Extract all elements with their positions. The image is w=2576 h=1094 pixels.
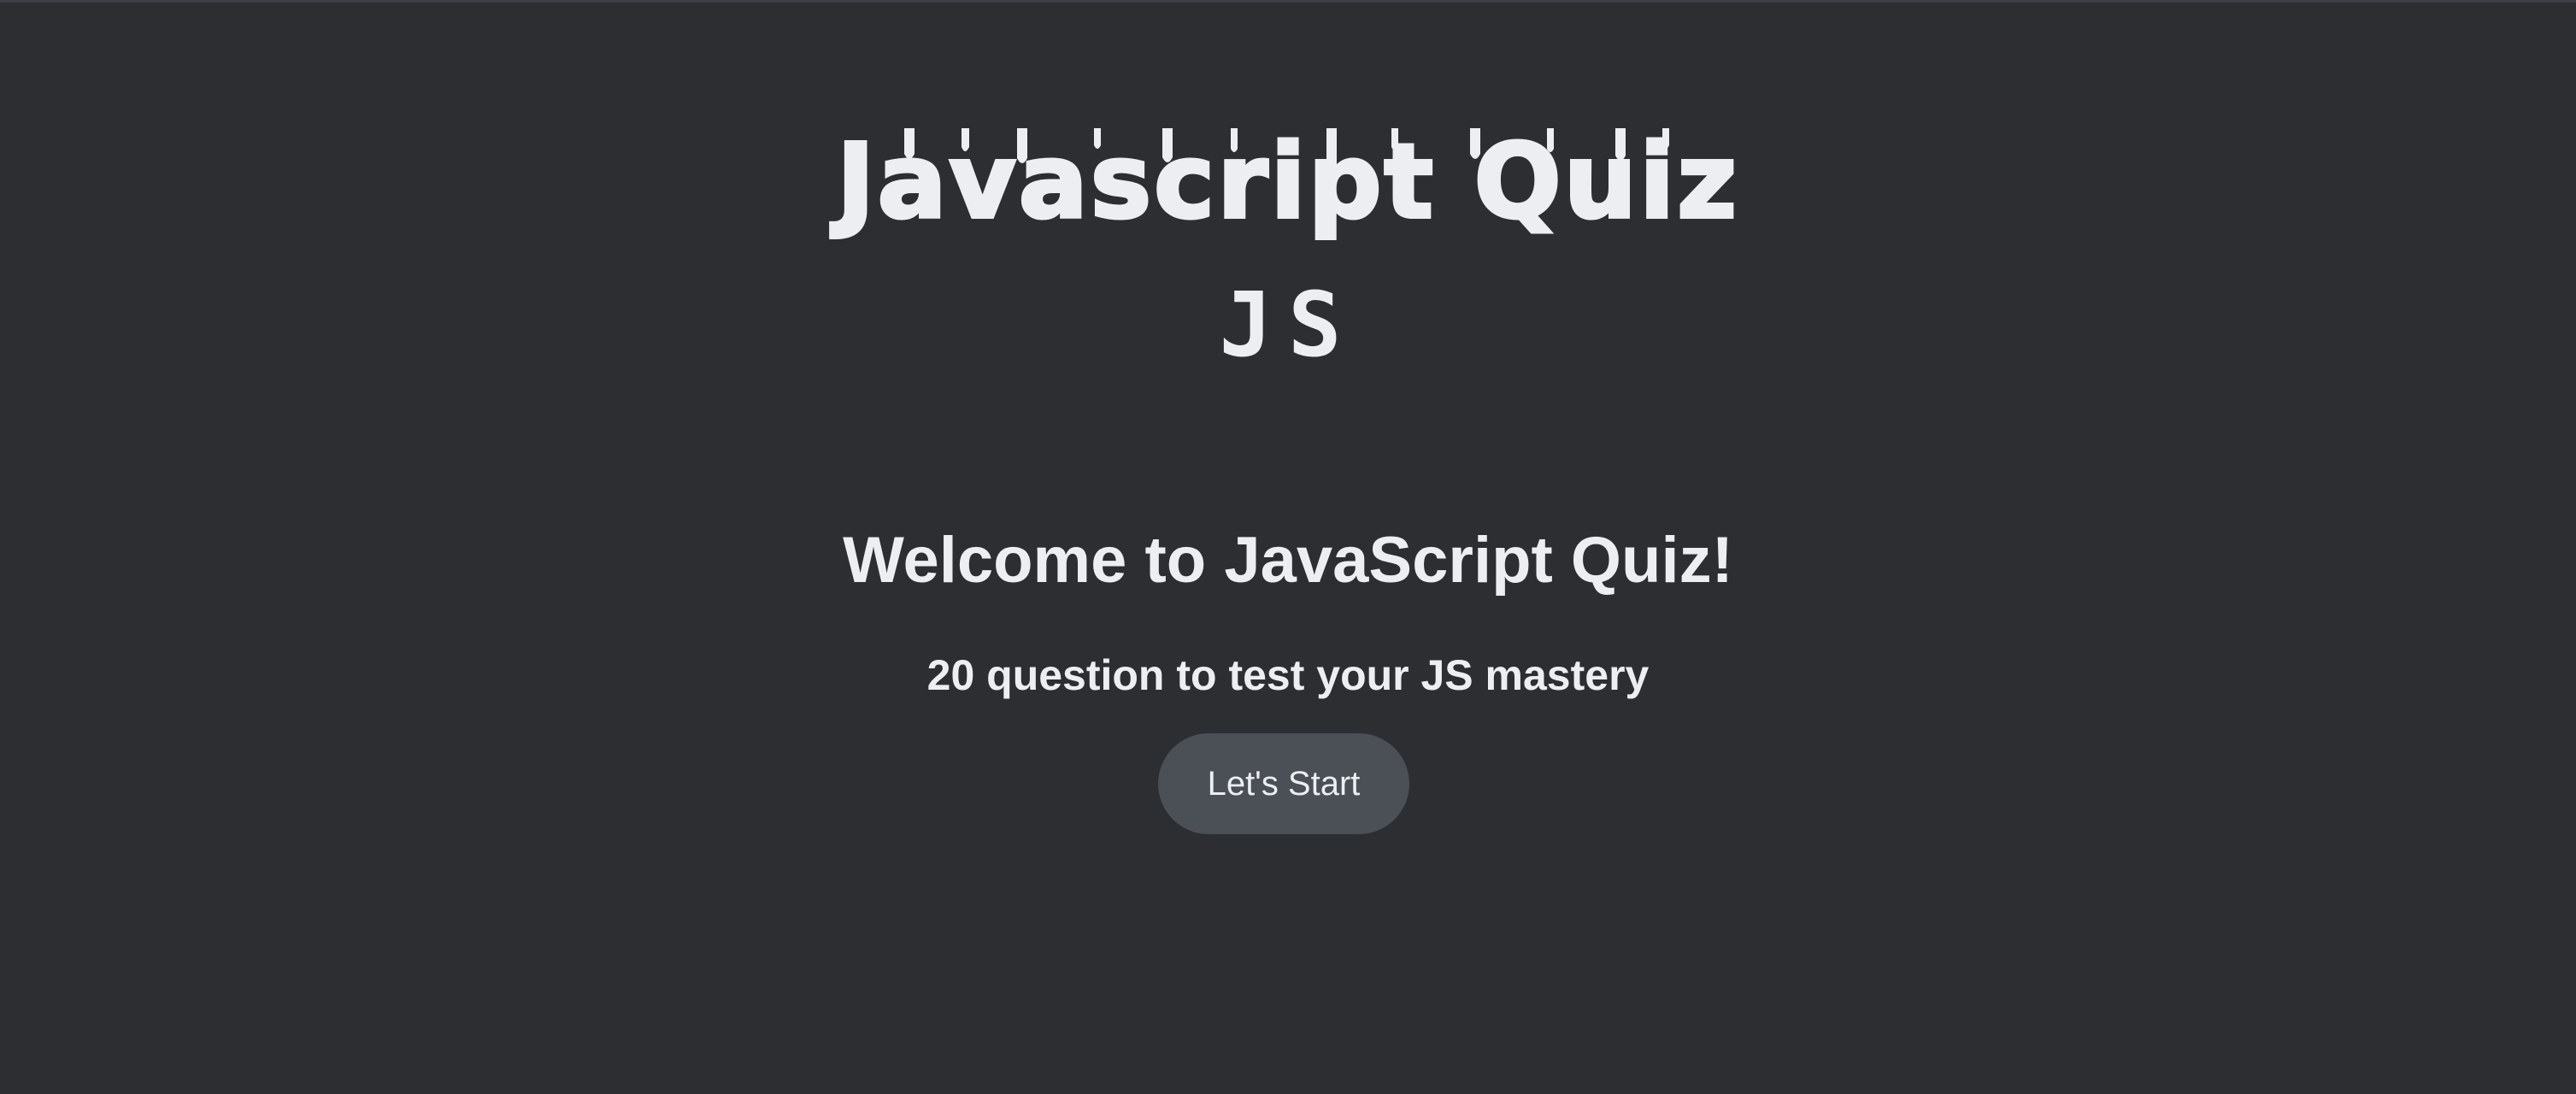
title-drip-decoration [904, 128, 1669, 171]
quiz-start-screen: Javascript Quiz JS Welcome to JavaScript… [0, 0, 2576, 1094]
js-logo: JS [1219, 273, 1357, 377]
welcome-heading: Welcome to JavaScript Quiz! [843, 524, 1733, 597]
quiz-description: 20 question to test your JS mastery [926, 651, 1650, 699]
start-quiz-button[interactable]: Let's Start [1158, 733, 1409, 834]
